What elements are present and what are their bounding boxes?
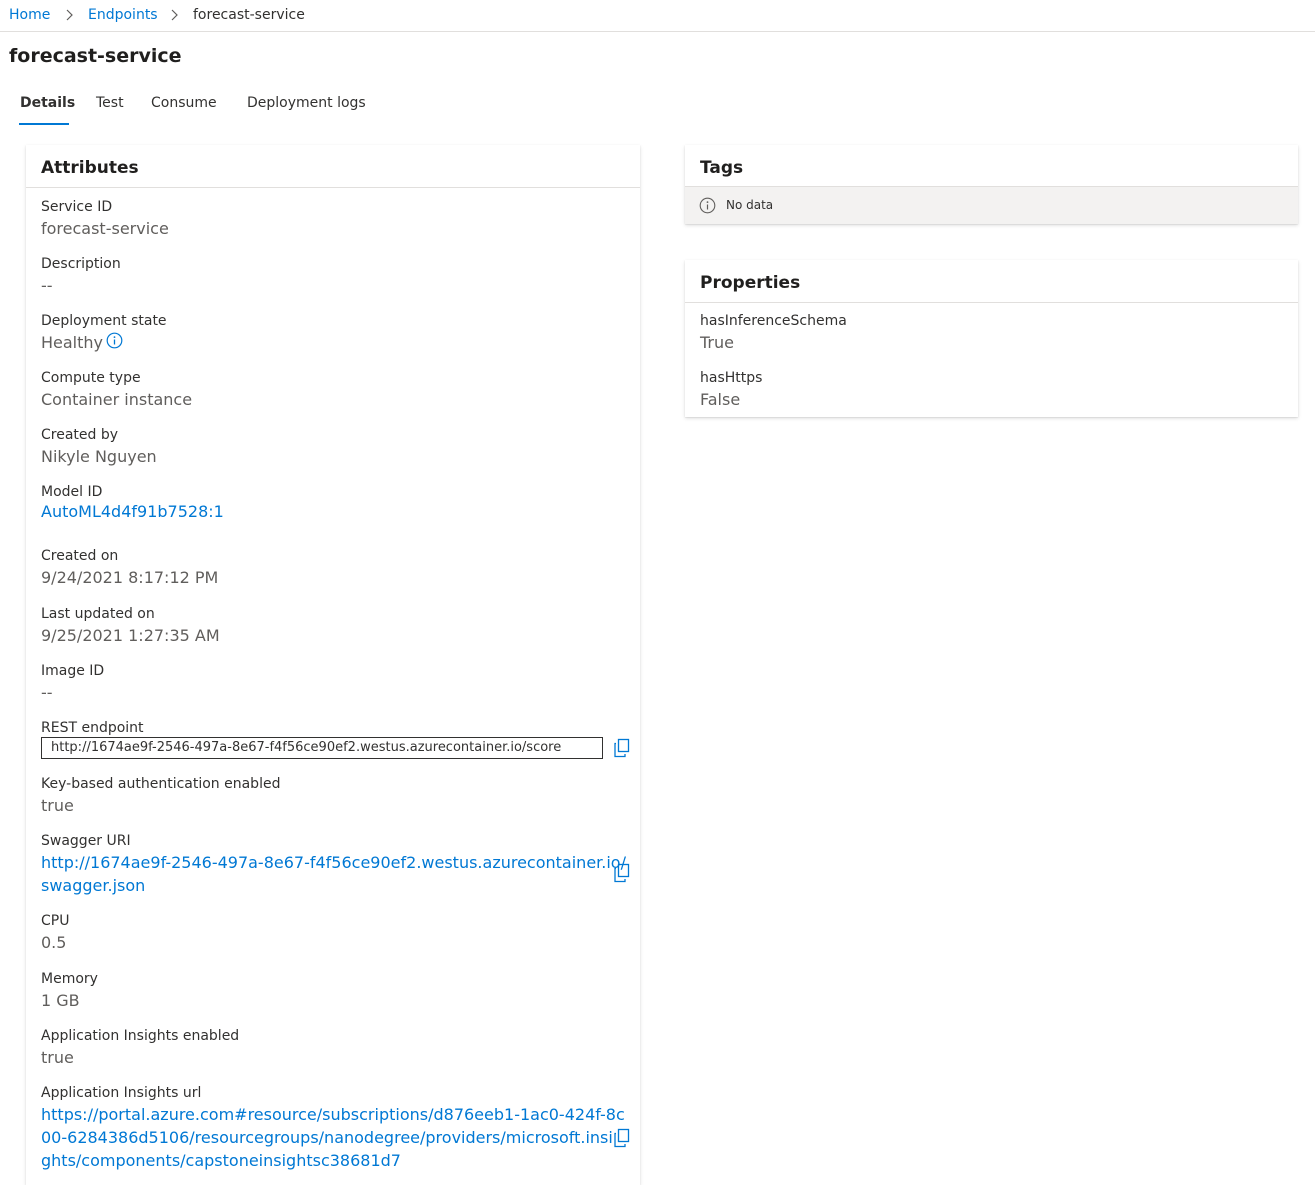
rest-endpoint-field[interactable]: http://1674ae9f-2546-497a-8e67-f4f56ce90… [41,737,603,759]
model-id-label: Model ID [41,484,103,500]
app-insights-url-line3[interactable]: ghts/components/capstoneinsightsc38681d7 [41,1150,401,1172]
app-insights-url-label: Application Insights url [41,1085,202,1101]
card-divider [685,302,1298,303]
swagger-uri-label: Swagger URI [41,833,131,849]
no-data-bar: No data [685,187,1298,224]
tags-card: Tags No data [685,145,1298,224]
attributes-card: Attributes Service ID forecast-service D… [26,145,640,1185]
properties-card: Properties hasInferenceSchema True hasHt… [685,260,1298,417]
created-by-value: Nikyle Nguyen [41,447,157,466]
deployment-state-value: Healthy [41,333,104,352]
property-label: hasHttps [700,370,763,386]
cpu-label: CPU [41,913,70,929]
compute-type-label: Compute type [41,370,141,386]
swagger-uri-link-line2[interactable]: swagger.json [41,875,145,897]
tab-test[interactable]: Test [96,93,124,113]
created-by-label: Created by [41,427,119,443]
copy-icon[interactable] [613,1128,631,1148]
app-insights-url-line2[interactable]: 00-6284386d5106/resourcegroups/nanodegre… [41,1127,613,1149]
property-value: True [700,333,734,352]
service-id-label: Service ID [41,199,113,215]
property-value: False [700,390,741,409]
service-id-value: forecast-service [41,219,169,238]
description-value: -- [41,276,53,295]
created-on-value: 9/24/2021 8:17:12 PM [41,568,219,587]
breadcrumb-current: forecast-service [193,7,305,23]
info-icon [699,197,716,214]
property-label: hasInferenceSchema [700,313,847,329]
chevron-right-icon [66,9,73,21]
swagger-uri-link-line1[interactable]: http://1674ae9f-2546-497a-8e67-f4f56ce90… [41,852,626,874]
chevron-right-icon [171,9,178,21]
image-id-label: Image ID [41,663,105,679]
app-insights-url-line1[interactable]: https://portal.azure.com#resource/subscr… [41,1104,625,1126]
copy-icon[interactable] [613,863,631,883]
key-auth-value: true [41,796,74,815]
last-updated-label: Last updated on [41,606,155,622]
model-id-link[interactable]: AutoML4d4f91b7528:1 [41,501,224,523]
no-data-text: No data [726,198,774,212]
app-insights-enabled-value: true [41,1048,74,1067]
key-auth-label: Key-based authentication enabled [41,776,281,792]
created-on-label: Created on [41,548,119,564]
last-updated-value: 9/25/2021 1:27:35 AM [41,626,220,645]
page-title: forecast-service [9,45,182,67]
app-insights-enabled-label: Application Insights enabled [41,1028,240,1044]
rest-endpoint-label: REST endpoint [41,720,144,736]
active-tab-indicator [19,123,69,125]
description-label: Description [41,256,121,272]
info-icon[interactable] [106,332,123,349]
properties-title: Properties [700,273,801,293]
breadcrumb-home-link[interactable]: Home [9,6,50,24]
compute-type-value: Container instance [41,390,193,409]
attributes-title: Attributes [41,158,139,178]
tab-details[interactable]: Details [20,93,75,113]
deployment-state-label: Deployment state [41,313,167,329]
tab-deployment-logs[interactable]: Deployment logs [247,93,366,113]
breadcrumb-endpoints-link[interactable]: Endpoints [88,6,158,24]
tags-title: Tags [700,158,744,178]
memory-label: Memory [41,971,98,987]
memory-value: 1 GB [41,991,80,1010]
image-id-value: -- [41,683,53,702]
tab-consume[interactable]: Consume [151,93,217,113]
breadcrumb: Home Endpoints forecast-service [0,0,1315,32]
card-divider [26,187,640,188]
copy-icon[interactable] [613,738,631,758]
cpu-value: 0.5 [41,933,67,952]
